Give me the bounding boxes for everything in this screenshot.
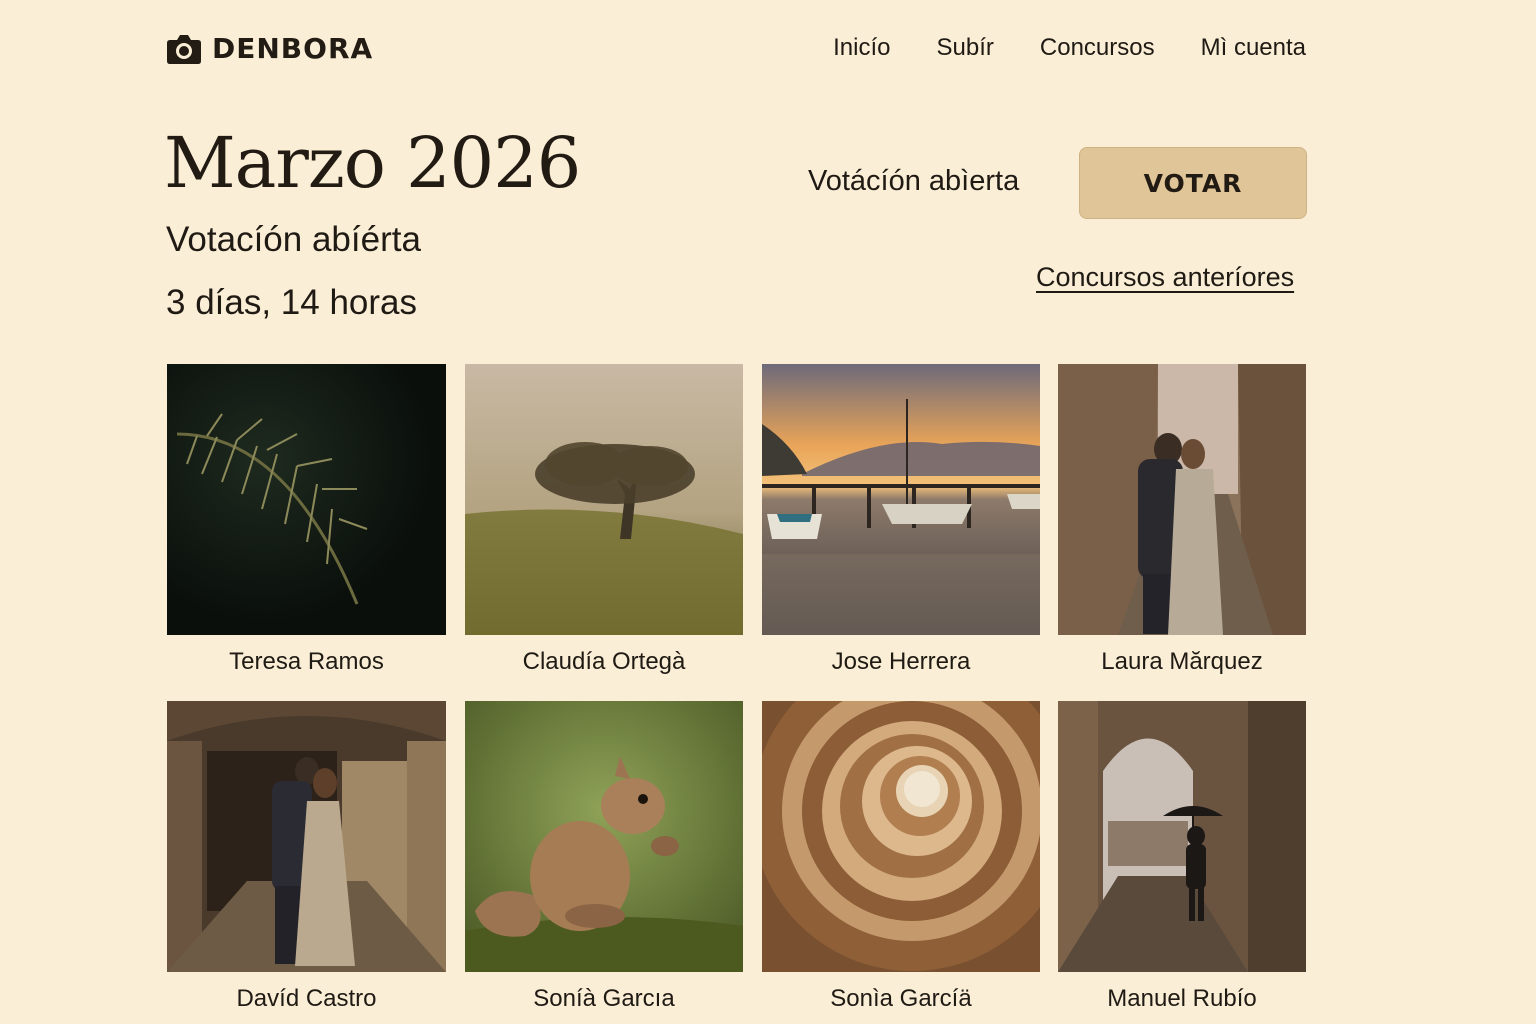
photo-author: Claudía Ortegà <box>522 648 686 675</box>
vote-button[interactable]: VOTAR <box>1079 147 1307 219</box>
nav-link-inicio[interactable]: Inicío <box>833 34 890 62</box>
contest-subtitle: Votacíón abíérta <box>166 220 421 259</box>
photo-author: Davíd Castro <box>236 985 377 1012</box>
photo-spiral-staircase[interactable] <box>762 701 1040 972</box>
photo-couple-street[interactable] <box>1058 364 1306 635</box>
photo-squirrel[interactable] <box>465 701 743 972</box>
photo-sunset-harbor[interactable] <box>762 364 1040 635</box>
photo-author: Sonìa Garcíä <box>830 985 972 1012</box>
photo-umbrella-arch[interactable] <box>1058 701 1306 972</box>
page-title: Marzo 2026 <box>164 122 581 204</box>
photo-author: Jose Herrera <box>831 648 971 675</box>
photo-author: Manuel Rubío <box>1107 985 1257 1012</box>
contest-page: DENBORA Inicío Subír Concursos Mì cuenta… <box>0 0 1536 1024</box>
voting-status: Votácíón abìerta <box>808 165 1020 197</box>
countdown-text: 3 días, 14 horas <box>166 283 417 322</box>
brand-name: DENBORA <box>212 32 374 65</box>
photo-author: Teresa Ramos <box>229 648 384 675</box>
photo-author: Soníà Garcıa <box>533 985 675 1012</box>
brand-logo[interactable]: DENBORA <box>166 32 373 65</box>
photo-author: Laura Mărquez <box>1101 648 1263 675</box>
nav-link-concursos[interactable]: Concursos <box>1040 34 1155 62</box>
camera-icon <box>166 33 202 65</box>
nav-link-mi-cuenta[interactable]: Mì cuenta <box>1201 34 1306 62</box>
nav-link-subir[interactable]: Subír <box>937 34 994 62</box>
photo-fern[interactable] <box>167 364 446 635</box>
photo-misty-tree[interactable] <box>465 364 743 635</box>
photo-couple-arcade[interactable] <box>167 701 446 972</box>
past-contests-link[interactable]: Concursos anteríores <box>1036 262 1294 293</box>
main-nav: Inicío Subír Concursos Mì cuenta <box>833 34 1306 62</box>
